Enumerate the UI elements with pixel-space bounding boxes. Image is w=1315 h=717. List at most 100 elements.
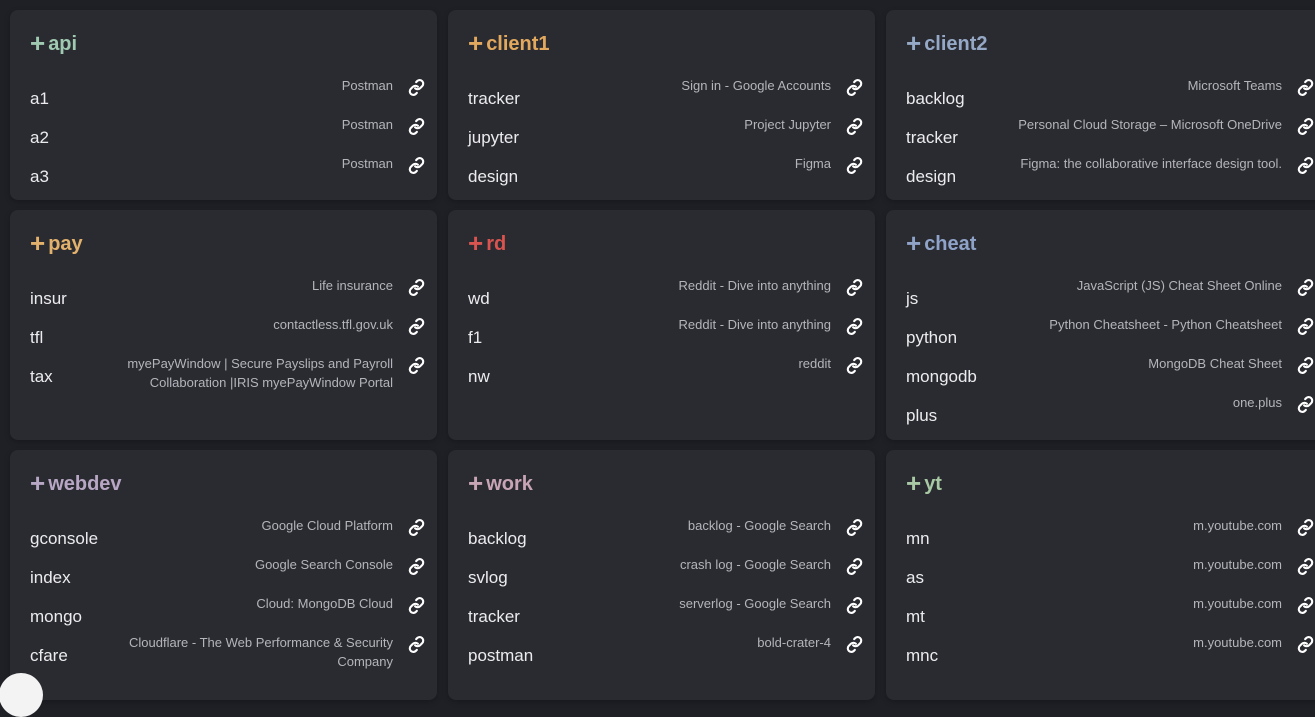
link-name[interactable]: svlog xyxy=(468,562,508,588)
link-row[interactable]: mncm.youtube.com xyxy=(906,633,1315,672)
link-name[interactable]: mongo xyxy=(30,601,82,627)
link-icon[interactable] xyxy=(1294,315,1315,337)
link-name[interactable]: backlog xyxy=(906,83,965,109)
link-icon[interactable] xyxy=(843,555,865,577)
link-row[interactable]: wdReddit - Dive into anything xyxy=(468,276,865,315)
link-name[interactable]: a3 xyxy=(30,161,49,187)
link-icon[interactable] xyxy=(1294,154,1315,176)
link-name[interactable]: index xyxy=(30,562,71,588)
link-row[interactable]: postmanbold-crater-4 xyxy=(468,633,865,672)
link-row[interactable]: insurLife insurance xyxy=(30,276,427,315)
plus-icon[interactable]: + xyxy=(468,230,483,256)
link-icon[interactable] xyxy=(843,354,865,376)
link-name[interactable]: plus xyxy=(906,400,937,426)
card-title[interactable]: +work xyxy=(468,470,865,498)
link-row[interactable]: a2Postman xyxy=(30,115,427,154)
link-name[interactable]: design xyxy=(906,161,956,187)
link-name[interactable]: f1 xyxy=(468,322,482,348)
link-row[interactable]: mongoCloud: MongoDB Cloud xyxy=(30,594,427,633)
link-row[interactable]: cfareCloudflare - The Web Performance & … xyxy=(30,633,427,672)
link-name[interactable]: as xyxy=(906,562,924,588)
link-name[interactable]: js xyxy=(906,283,918,309)
plus-icon[interactable]: + xyxy=(30,470,45,496)
link-icon[interactable] xyxy=(1294,354,1315,376)
link-icon[interactable] xyxy=(405,594,427,616)
card-title[interactable]: +pay xyxy=(30,230,427,258)
link-row[interactable]: nwreddit xyxy=(468,354,865,393)
link-name[interactable]: postman xyxy=(468,640,533,666)
link-icon[interactable] xyxy=(1294,393,1315,415)
link-icon[interactable] xyxy=(405,354,427,376)
link-name[interactable]: mn xyxy=(906,523,930,549)
link-row[interactable]: indexGoogle Search Console xyxy=(30,555,427,594)
link-row[interactable]: tflcontactless.tfl.gov.uk xyxy=(30,315,427,354)
plus-icon[interactable]: + xyxy=(30,30,45,56)
link-icon[interactable] xyxy=(843,516,865,538)
link-row[interactable]: svlogcrash log - Google Search xyxy=(468,555,865,594)
link-icon[interactable] xyxy=(405,516,427,538)
plus-icon[interactable]: + xyxy=(468,30,483,56)
link-icon[interactable] xyxy=(1294,76,1315,98)
link-row[interactable]: a1Postman xyxy=(30,76,427,115)
link-row[interactable]: designFigma: the collaborative interface… xyxy=(906,154,1315,193)
link-name[interactable]: a1 xyxy=(30,83,49,109)
link-name[interactable]: tracker xyxy=(468,83,520,109)
plus-icon[interactable]: + xyxy=(468,470,483,496)
link-row[interactable]: asm.youtube.com xyxy=(906,555,1315,594)
link-row[interactable]: backlogMicrosoft Teams xyxy=(906,76,1315,115)
link-name[interactable]: gconsole xyxy=(30,523,98,549)
link-icon[interactable] xyxy=(405,76,427,98)
card-title[interactable]: +client2 xyxy=(906,30,1315,58)
link-row[interactable]: mtm.youtube.com xyxy=(906,594,1315,633)
link-icon[interactable] xyxy=(1294,516,1315,538)
link-row[interactable]: backlogbacklog - Google Search xyxy=(468,516,865,555)
link-icon[interactable] xyxy=(843,154,865,176)
link-icon[interactable] xyxy=(405,154,427,176)
plus-icon[interactable]: + xyxy=(30,230,45,256)
card-title[interactable]: +client1 xyxy=(468,30,865,58)
link-icon[interactable] xyxy=(405,633,427,655)
link-name[interactable]: tracker xyxy=(906,122,958,148)
link-row[interactable]: trackerPersonal Cloud Storage – Microsof… xyxy=(906,115,1315,154)
link-icon[interactable] xyxy=(843,315,865,337)
link-row[interactable]: a3Postman xyxy=(30,154,427,193)
card-title[interactable]: +api xyxy=(30,30,427,58)
link-name[interactable]: design xyxy=(468,161,518,187)
link-row[interactable]: f1Reddit - Dive into anything xyxy=(468,315,865,354)
link-row[interactable]: mongodbMongoDB Cheat Sheet xyxy=(906,354,1315,393)
link-name[interactable]: backlog xyxy=(468,523,527,549)
link-name[interactable]: jupyter xyxy=(468,122,519,148)
link-name[interactable]: cfare xyxy=(30,640,68,666)
link-name[interactable]: tracker xyxy=(468,601,520,627)
link-name[interactable]: mnc xyxy=(906,640,938,666)
link-icon[interactable] xyxy=(405,555,427,577)
link-name[interactable]: insur xyxy=(30,283,67,309)
link-icon[interactable] xyxy=(1294,633,1315,655)
link-icon[interactable] xyxy=(1294,555,1315,577)
link-name[interactable]: tax xyxy=(30,361,53,387)
link-row[interactable]: trackerSign in - Google Accounts xyxy=(468,76,865,115)
link-name[interactable]: tfl xyxy=(30,322,43,348)
link-row[interactable]: trackerserverlog - Google Search xyxy=(468,594,865,633)
link-icon[interactable] xyxy=(843,76,865,98)
floating-action-button[interactable] xyxy=(0,673,43,717)
card-title[interactable]: +cheat xyxy=(906,230,1315,258)
card-title[interactable]: +rd xyxy=(468,230,865,258)
link-name[interactable]: wd xyxy=(468,283,490,309)
link-icon[interactable] xyxy=(843,115,865,137)
link-row[interactable]: taxmyePayWindow | Secure Payslips and Pa… xyxy=(30,354,427,393)
plus-icon[interactable]: + xyxy=(906,30,921,56)
link-icon[interactable] xyxy=(1294,276,1315,298)
link-row[interactable]: jsJavaScript (JS) Cheat Sheet Online xyxy=(906,276,1315,315)
card-title[interactable]: +webdev xyxy=(30,470,427,498)
link-row[interactable]: jupyterProject Jupyter xyxy=(468,115,865,154)
link-icon[interactable] xyxy=(1294,115,1315,137)
link-name[interactable]: python xyxy=(906,322,957,348)
link-icon[interactable] xyxy=(843,594,865,616)
plus-icon[interactable]: + xyxy=(906,470,921,496)
card-title[interactable]: +yt xyxy=(906,470,1315,498)
link-name[interactable]: a2 xyxy=(30,122,49,148)
link-row[interactable]: plusone.plus xyxy=(906,393,1315,432)
link-name[interactable]: mongodb xyxy=(906,361,977,387)
plus-icon[interactable]: + xyxy=(906,230,921,256)
